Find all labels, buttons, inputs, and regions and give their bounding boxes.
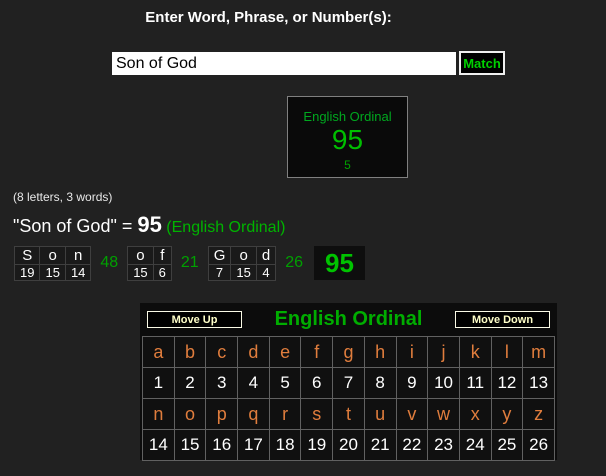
cipher-letter-cell: r: [268, 398, 302, 430]
cipher-value: 95: [331, 124, 364, 155]
cipher-letter-cell: t: [332, 398, 365, 430]
cipher-letter-cell: a: [142, 336, 175, 368]
cipher-value-cell: 18: [268, 429, 302, 461]
cipher-letter-cell: g: [332, 336, 365, 368]
breakdown-letter: d: [255, 245, 277, 265]
cipher-letter-cell: l: [490, 336, 524, 368]
equation-cipher-label: (English Ordinal): [161, 219, 286, 236]
cipher-letter-cell: m: [522, 336, 555, 368]
cipher-letter-cell: x: [458, 398, 492, 430]
breakdown-letter: o: [230, 245, 257, 265]
breakdown-letter-value: 7: [207, 263, 232, 281]
cipher-value-cell: 9: [395, 367, 429, 399]
cipher-letter-cell: h: [363, 336, 397, 368]
cipher-table: a b c d e f g h i j k l m 1 2 3 4 5 6 7 8 9 10 11 12 13 n o p q r s t u v w…: [142, 336, 555, 461]
match-button[interactable]: Match: [459, 51, 505, 75]
move-down-button[interactable]: Move Down: [455, 311, 550, 328]
cipher-letter-cell: p: [205, 398, 239, 430]
cipher-value-cell: 13: [522, 367, 555, 399]
cipher-letter-cell: u: [363, 398, 397, 430]
word-sum: 21: [180, 254, 199, 271]
cipher-value-cell: 7: [332, 367, 365, 399]
cipher-letter-cell: e: [268, 336, 302, 368]
search-input[interactable]: [112, 52, 456, 75]
cipher-name: English Ordinal: [303, 109, 392, 124]
letter-group: Go d 7 15 4: [207, 245, 277, 281]
word-sum: 48: [100, 254, 119, 271]
cipher-reduced-value: 5: [344, 157, 351, 172]
cipher-value-cell: 15: [173, 429, 207, 461]
letter-breakdown: So n 19 15 14 48 o f 15 6 21 Go d 7 15 4 26 95: [13, 245, 365, 281]
cipher-letter-cell: n: [142, 398, 175, 430]
cipher-value-cell: 3: [205, 367, 239, 399]
breakdown-letter-value: 19: [13, 263, 41, 281]
move-up-button[interactable]: Move Up: [147, 311, 242, 328]
cipher-value-cell: 11: [458, 367, 492, 399]
cipher-letter-cell: q: [237, 398, 270, 430]
cipher-value-cell: 26: [522, 429, 555, 461]
breakdown-letter: o: [127, 245, 154, 265]
cipher-value-cell: 5: [268, 367, 302, 399]
cipher-value-cell: 23: [427, 429, 460, 461]
cipher-letter-cell: i: [395, 336, 429, 368]
cipher-letter-cell: v: [395, 398, 429, 430]
cipher-letter-cell: c: [205, 336, 239, 368]
cipher-letter-cell: d: [237, 336, 270, 368]
breakdown-letter-value: 15: [127, 263, 154, 281]
cipher-value-cell: 12: [490, 367, 524, 399]
breakdown-letter-value: 14: [64, 263, 92, 281]
cipher-chart-header: Move Up English Ordinal Move Down: [140, 303, 557, 336]
cipher-letter-cell: y: [490, 398, 524, 430]
breakdown-total: 95: [313, 246, 365, 280]
cipher-value-cell: 22: [395, 429, 429, 461]
cipher-letter-cell: k: [458, 336, 492, 368]
cipher-letter-cell: z: [522, 398, 555, 430]
cipher-value-cell: 2: [173, 367, 207, 399]
breakdown-letter-value: 15: [39, 263, 66, 281]
cipher-letter-cell: j: [427, 336, 460, 368]
cipher-letter-cell: b: [173, 336, 207, 368]
cipher-value-cell: 24: [458, 429, 492, 461]
cipher-value-cell: 6: [300, 367, 334, 399]
cipher-letter-cell: s: [300, 398, 334, 430]
cipher-value-cell: 4: [237, 367, 270, 399]
breakdown-letter-value: 6: [152, 263, 172, 281]
cipher-chart-panel: Move Up English Ordinal Move Down abcdef…: [140, 303, 557, 461]
letter-group: o f 15 6: [127, 245, 172, 281]
breakdown-letter-value: 15: [230, 263, 257, 281]
breakdown-letter-value: 4: [255, 263, 277, 281]
cipher-letter-cell: o: [173, 398, 207, 430]
cipher-value-cell: 20: [332, 429, 365, 461]
breakdown-letter: o: [39, 245, 66, 265]
cipher-value-cell: 16: [205, 429, 239, 461]
page-title: Enter Word, Phrase, or Number(s):: [145, 9, 392, 26]
equation-equals: =: [116, 216, 138, 236]
cipher-value-cell: 19: [300, 429, 334, 461]
result-equation: "Son of God" = 95 (English Ordinal): [13, 212, 285, 238]
letters-words-count: (8 letters, 3 words): [13, 190, 113, 204]
letter-group: So n 19 15 14: [13, 245, 92, 281]
cipher-letter-cell: w: [427, 398, 460, 430]
cipher-value-cell: 14: [142, 429, 175, 461]
cipher-value-cell: 10: [427, 367, 460, 399]
cipher-value-cell: 8: [363, 367, 397, 399]
cipher-value-cell: 21: [363, 429, 397, 461]
breakdown-letter: S: [13, 245, 41, 265]
cipher-value-cell: 1: [142, 367, 175, 399]
cipher-value-cell: 17: [237, 429, 270, 461]
breakdown-letter: G: [207, 245, 232, 265]
breakdown-letter: f: [152, 245, 172, 265]
word-sum: 26: [285, 254, 303, 271]
breakdown-letter: n: [64, 245, 92, 265]
cipher-result-box[interactable]: English Ordinal 95 5: [287, 96, 408, 178]
cipher-letter-cell: f: [300, 336, 334, 368]
cipher-value-cell: 25: [490, 429, 524, 461]
equation-value: 95: [137, 212, 162, 237]
equation-phrase: "Son of God": [13, 216, 117, 236]
